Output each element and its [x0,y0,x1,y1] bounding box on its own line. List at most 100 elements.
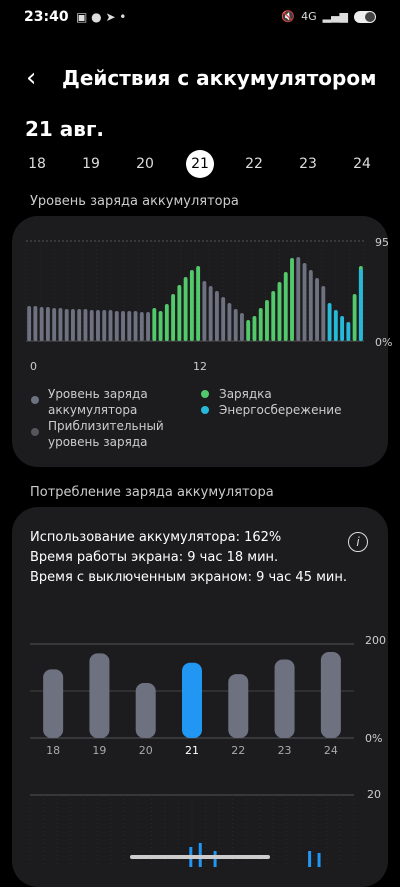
level-bar [283,272,288,341]
level-bar [290,258,294,341]
usage-x-label: 18 [46,744,60,757]
level-x-label-0: 0 [30,360,37,373]
level-bar [358,269,363,341]
level-bar [183,277,188,341]
day-tab-selected[interactable]: 21 [186,150,214,178]
level-bar [240,313,244,341]
day-tab[interactable]: 19 [77,150,105,178]
screen-on-time: Время работы экрана: 9 час 18 мин. [30,550,279,565]
level-bar [221,297,226,341]
usage-bar [320,651,341,738]
legend-level-label: Уровень заряда аккумулятора [48,387,148,417]
mute-icon: 🔇 [281,10,296,23]
usage-section-title: Потребление заряда аккумулятора [30,485,274,500]
legend-approx-label: Приблизительный уровень заряда [48,419,164,449]
level-bar [252,316,257,341]
level-bar [33,306,38,341]
screen-off-time: Время с выключенным экраном: 9 час 45 ми… [30,570,347,585]
level-bar [196,266,201,341]
legend-level-dot [31,396,39,404]
gesture-bar[interactable] [130,855,270,859]
level-section-title: Уровень заряда аккумулятора [30,194,239,209]
level-bar [171,294,176,341]
level-bar [158,311,163,341]
level-bar [102,310,107,341]
usage-bar [135,683,156,738]
legend-approx-dot [31,428,39,436]
status-bar: 23:40 ▣ ● ➤ • 🔇 4G ▂▄▆ [0,0,400,36]
info-icon[interactable]: i [348,532,368,552]
day-tab[interactable]: 23 [294,150,322,178]
legend-saving-label: Энергосбережение [219,403,342,417]
usage-bar [228,674,249,738]
system-icons: 🔇 4G ▂▄▆ [281,10,376,23]
day-selector: 18 19 20 21 22 23 24 [0,150,400,180]
level-bar [277,282,282,341]
level-bar [45,307,50,341]
usage-total: Использование аккумулятора: 162% [30,530,282,545]
level-bar [108,310,113,341]
selected-date: 21 авг. [25,117,104,141]
level-x-label-12: 12 [193,360,207,373]
usage-bar [274,659,295,738]
level-bar [27,306,32,341]
usage-chart: 18 19 20 21 22 23 24 [29,643,355,867]
level-bar [233,309,238,341]
level-bar [214,291,219,341]
level-bar [71,309,75,341]
level-bar [296,257,301,341]
back-arrow-icon[interactable]: ‹ [26,64,36,92]
usage-x-label: 24 [324,744,338,757]
legend-saving-dot [201,406,209,414]
usage-bar [43,669,64,738]
level-bar [89,310,94,341]
day-tab[interactable]: 24 [348,150,376,178]
clock: 23:40 [24,9,69,25]
usage-y-max-label: 200 [365,634,386,647]
notification-icons: ▣ ● ➤ • [76,10,127,24]
level-bar [265,300,269,341]
day-tab[interactable]: 22 [240,150,268,178]
page-title: Действия с аккумулятором [62,66,377,90]
signal-icon: ▂▄▆ [322,10,348,23]
legend-charging-dot [201,390,209,398]
usage-y-max-label-2: 20 [367,788,381,801]
hourly-bar [308,851,312,867]
level-bar [333,310,338,341]
hourly-bar [213,851,217,867]
usage-x-label: 23 [278,744,292,757]
level-bar [271,291,276,341]
legend-charging-label: Зарядка [219,387,272,401]
level-bar [246,320,251,341]
level-bar [258,308,263,341]
usage-bar [89,653,110,738]
network-label: 4G [301,10,317,23]
level-bar [227,303,232,341]
usage-bar [182,662,202,738]
level-bar [96,310,100,341]
header: ‹ Действия с аккумулятором [0,58,400,100]
level-bar [164,304,169,341]
level-bar [52,308,57,341]
level-bar [77,309,82,341]
day-tab[interactable]: 20 [131,150,159,178]
level-y-max-label: 95 [375,236,389,249]
level-bar [121,311,125,341]
level-bar [152,308,157,341]
usage-x-label: 21 [185,744,199,757]
level-bar [83,309,88,341]
level-bar [64,309,69,341]
level-bar [114,311,119,341]
battery-icon [354,10,376,23]
level-bar [308,270,313,341]
usage-x-label: 20 [139,744,153,757]
level-bar [189,270,194,341]
usage-x-label: 19 [92,744,106,757]
level-bar [127,311,132,341]
day-tab[interactable]: 18 [23,150,51,178]
level-bar [352,294,357,341]
level-y-min-label: 0% [375,336,393,349]
level-bar [315,278,319,341]
hourly-bar [317,853,321,867]
level-bar [302,263,307,341]
